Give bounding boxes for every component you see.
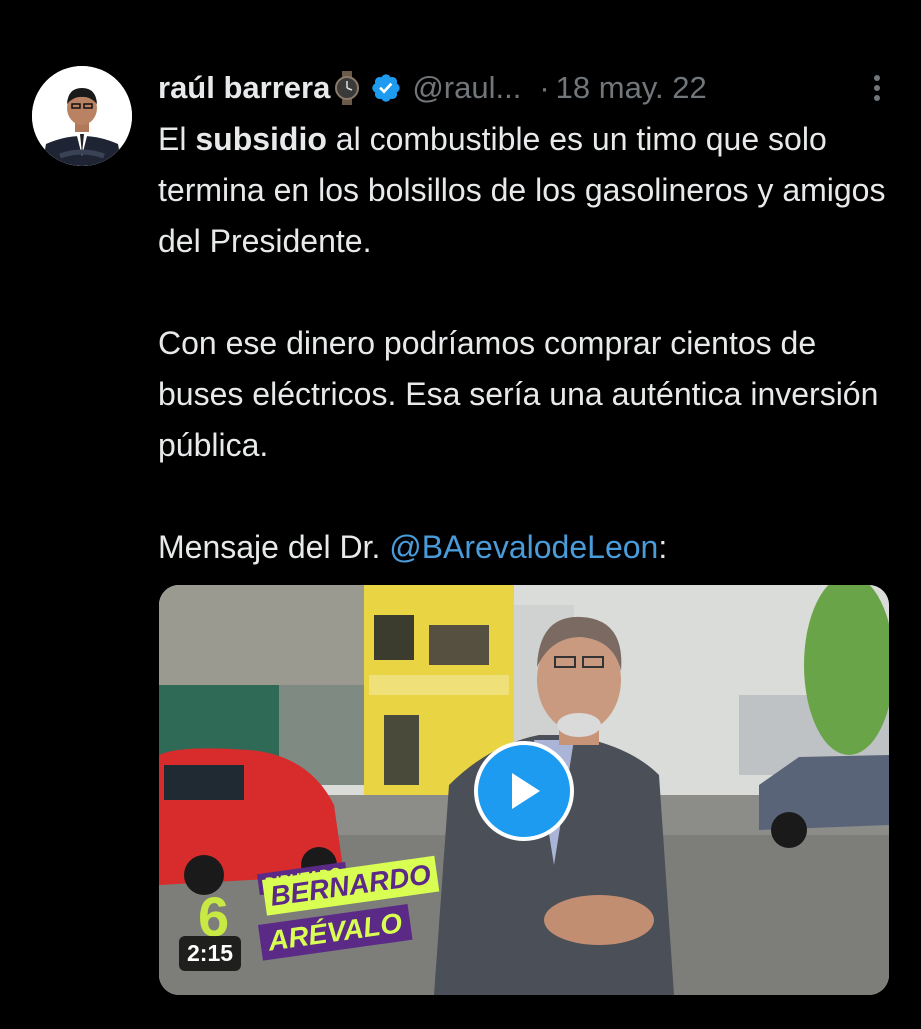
text-segment: : bbox=[658, 529, 668, 565]
author-handle[interactable]: @raul... bbox=[412, 70, 521, 106]
verified-icon bbox=[370, 72, 402, 104]
tweet-header: raúl barrera @raul... · 18 may. 22 bbox=[158, 66, 881, 110]
paragraph-1: El subsidio al combustible es un timo qu… bbox=[158, 114, 898, 267]
text-segment: Mensaje del Dr. bbox=[158, 529, 390, 565]
play-icon bbox=[512, 773, 540, 809]
bold-word: subsidio bbox=[195, 121, 327, 157]
tweet-date[interactable]: 18 may. 22 bbox=[556, 70, 707, 106]
paragraph-3: Mensaje del Dr. @BArevalodeLeon: bbox=[158, 522, 898, 573]
more-vertical-icon[interactable] bbox=[869, 72, 885, 104]
watch-icon bbox=[334, 71, 360, 105]
avatar[interactable] bbox=[32, 66, 132, 166]
mention-link[interactable]: @BArevalodeLeon bbox=[389, 529, 658, 565]
separator-dot: · bbox=[539, 70, 550, 105]
play-button[interactable] bbox=[474, 741, 574, 841]
tweet-text: El subsidio al combustible es un timo qu… bbox=[158, 114, 898, 573]
author-name[interactable]: raúl barrera bbox=[158, 70, 330, 106]
tweet[interactable]: raúl barrera @raul... · 18 may. 22 El su… bbox=[0, 0, 921, 1029]
paragraph-2: Con ese dinero podríamos comprar cientos… bbox=[158, 325, 879, 463]
text-segment: El bbox=[158, 121, 196, 157]
video-duration: 2:15 bbox=[179, 936, 242, 971]
